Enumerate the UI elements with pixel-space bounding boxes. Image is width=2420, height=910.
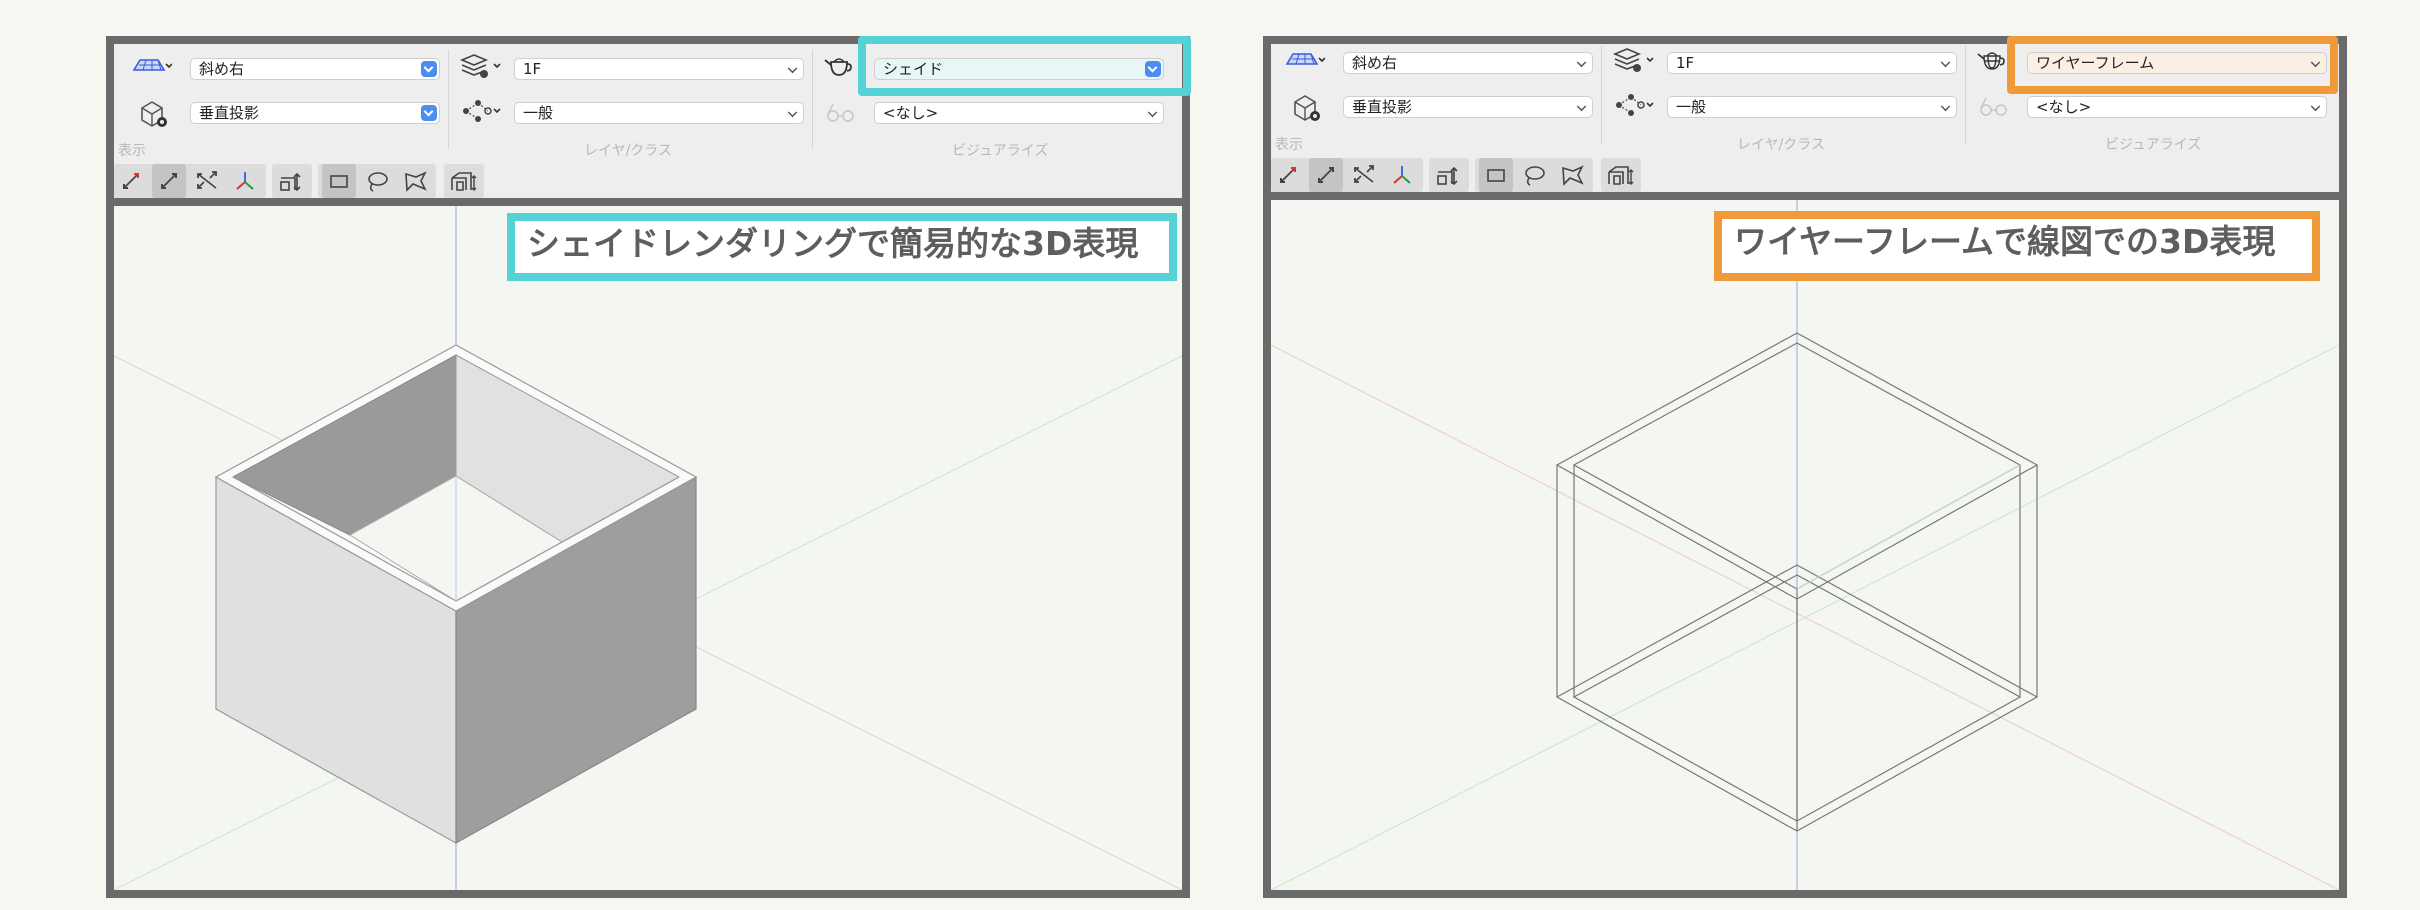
class-nodes-icon[interactable] — [1611, 90, 1655, 124]
teapot-wireframe-icon[interactable] — [1975, 46, 2009, 78]
wireframe-callout: ワイヤーフレームで線図での3D表現 — [1714, 211, 2320, 281]
layer-dropdown[interactable]: 1F — [514, 58, 804, 80]
chevron-down-icon — [1940, 101, 1951, 112]
chevron-down-icon — [1147, 107, 1158, 118]
lasso-select-icon[interactable] — [360, 164, 394, 198]
rectangle-select-icon[interactable] — [1479, 158, 1513, 192]
align-tools — [1429, 158, 1469, 192]
rotate-view-icon[interactable] — [1347, 158, 1381, 192]
view-dropdown[interactable]: 斜め右 — [190, 58, 440, 80]
walkthrough-icon[interactable] — [1309, 158, 1343, 192]
light-dropdown[interactable]: <なし> — [2027, 96, 2327, 118]
chevron-down-icon — [421, 105, 437, 121]
divider — [1965, 46, 1966, 144]
view-plane-icon[interactable] — [1283, 48, 1326, 76]
layer-dropdown[interactable]: 1F — [1667, 52, 1957, 74]
view-plane-icon[interactable] — [130, 54, 173, 82]
projection-dropdown[interactable]: 垂直投影 — [190, 102, 440, 124]
walkthrough-icon[interactable] — [152, 164, 186, 198]
layers-icon[interactable] — [1611, 46, 1655, 78]
shaded-callout: シェイドレンダリングで簡易的な3D表現 — [507, 213, 1177, 281]
section-view-icon[interactable] — [447, 164, 481, 198]
section-label-display: 表示 — [118, 143, 146, 159]
axis-icon[interactable] — [228, 164, 262, 198]
axis-icon[interactable] — [1385, 158, 1419, 192]
shaded-view-window: 斜め右 垂直投影 表示 1F 一般 レイヤ/クラス シェイド <なし> ビジュア… — [106, 36, 1190, 898]
section-label-layer-class: レイヤ/クラス — [1737, 137, 1826, 153]
section-view-icon[interactable] — [1604, 158, 1638, 192]
section-tools — [444, 164, 484, 198]
polygon-select-icon[interactable] — [398, 164, 432, 198]
class-dropdown[interactable]: 一般 — [514, 102, 804, 124]
drawing-area[interactable] — [114, 206, 1182, 890]
chevron-down-icon — [787, 63, 798, 74]
cube-gear-icon[interactable] — [138, 98, 170, 134]
projection-dropdown[interactable]: 垂直投影 — [1343, 96, 1593, 118]
section-label-layer-class: レイヤ/クラス — [584, 143, 673, 159]
align-view-icon[interactable] — [275, 164, 309, 198]
chevron-down-icon — [787, 107, 798, 118]
teapot-icon[interactable] — [822, 52, 856, 84]
chevron-down-icon — [1576, 101, 1587, 112]
cube-gear-icon[interactable] — [1291, 92, 1323, 128]
navigation-tools — [1271, 158, 1423, 192]
rectangle-select-icon[interactable] — [322, 164, 356, 198]
section-label-visualize: ビジュアライズ — [2105, 137, 2202, 153]
navigation-tools — [114, 164, 266, 198]
flyover-icon[interactable] — [1271, 158, 1305, 192]
view-dropdown[interactable]: 斜め右 — [1343, 52, 1593, 74]
glasses-icon[interactable] — [824, 100, 858, 130]
chevron-down-icon — [421, 61, 437, 77]
align-tools — [272, 164, 312, 198]
layers-icon[interactable] — [458, 52, 502, 84]
chevron-down-icon — [2310, 101, 2321, 112]
render-mode-highlight — [2007, 36, 2338, 94]
rotate-view-icon[interactable] — [190, 164, 224, 198]
polygon-select-icon[interactable] — [1555, 158, 1589, 192]
flyover-icon[interactable] — [114, 164, 148, 198]
section-label-display: 表示 — [1275, 137, 1303, 153]
divider — [1601, 46, 1602, 144]
render-mode-highlight — [858, 36, 1191, 96]
divider — [448, 50, 449, 148]
class-nodes-icon[interactable] — [458, 96, 502, 130]
drawing-area[interactable] — [1271, 200, 2339, 890]
wireframe-view-window: 斜め右 垂直投影 表示 1F 一般 レイヤ/クラス ワイヤーフレーム <なし> … — [1263, 36, 2347, 898]
section-tools — [1601, 158, 1641, 192]
section-label-visualize: ビジュアライズ — [952, 143, 1049, 159]
lasso-select-icon[interactable] — [1517, 158, 1551, 192]
chevron-down-icon — [1576, 57, 1587, 68]
selection-tools — [318, 164, 436, 198]
divider — [812, 50, 813, 148]
light-dropdown[interactable]: <なし> — [874, 102, 1164, 124]
class-dropdown[interactable]: 一般 — [1667, 96, 1957, 118]
wireframe-box-model — [1271, 200, 2339, 890]
shaded-box-model — [114, 206, 1182, 890]
align-view-icon[interactable] — [1432, 158, 1466, 192]
glasses-icon[interactable] — [1977, 94, 2011, 124]
selection-tools — [1475, 158, 1593, 192]
chevron-down-icon — [1940, 57, 1951, 68]
